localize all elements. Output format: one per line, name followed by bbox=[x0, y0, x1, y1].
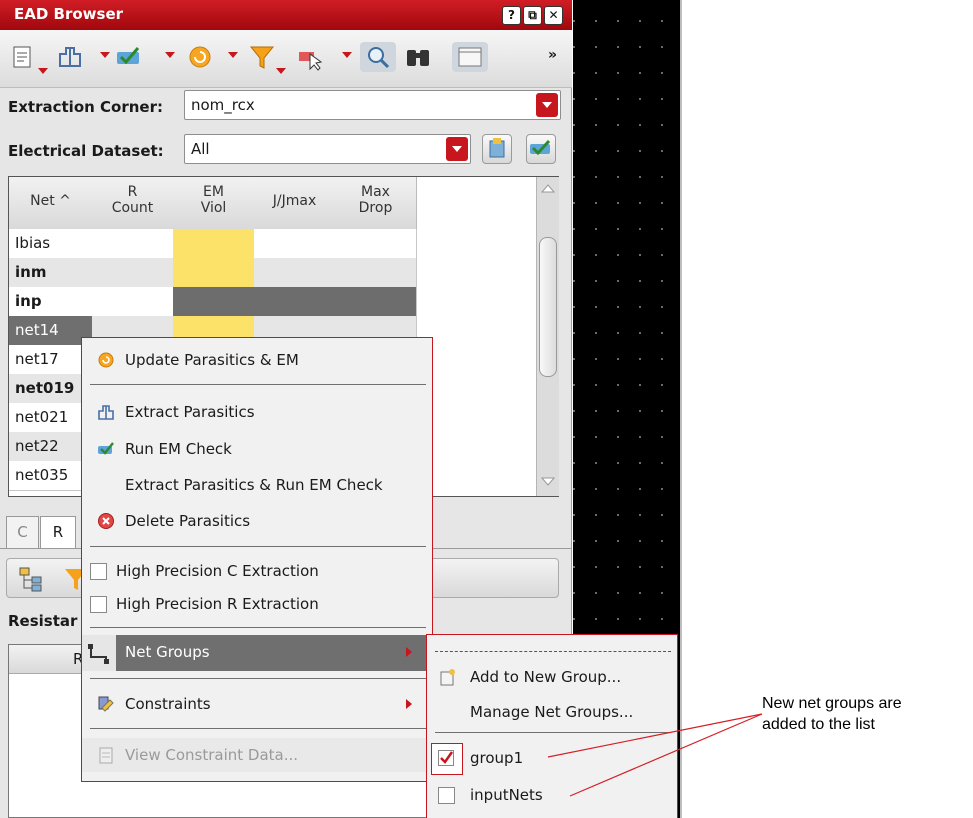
window-title: EAD Browser bbox=[14, 5, 124, 23]
column-header-net[interactable]: Net ^ bbox=[9, 177, 93, 230]
extract-parasitics-icon[interactable] bbox=[56, 42, 84, 72]
delete-icon bbox=[98, 513, 114, 529]
chevron-down-icon[interactable] bbox=[446, 137, 468, 161]
menu-item-high-precision-r[interactable]: High Precision R Extraction bbox=[82, 587, 432, 621]
table-cell[interactable] bbox=[92, 229, 174, 259]
scroll-up-icon[interactable] bbox=[541, 183, 555, 193]
menu-separator bbox=[90, 728, 426, 729]
extraction-corner-value: nom_rcx bbox=[191, 96, 255, 114]
dataset-export-button[interactable] bbox=[482, 134, 512, 164]
run-em-dropdown-icon[interactable] bbox=[165, 52, 175, 58]
run-em-check-icon[interactable] bbox=[114, 42, 142, 72]
canvas-border bbox=[680, 0, 682, 818]
select-icon[interactable] bbox=[296, 42, 324, 72]
electrical-dataset-value: All bbox=[191, 140, 210, 158]
toolbar: » bbox=[0, 30, 572, 88]
table-cell[interactable] bbox=[254, 258, 336, 288]
table-row[interactable]: inp bbox=[9, 287, 93, 317]
export-icon bbox=[489, 138, 505, 158]
binoculars-icon[interactable] bbox=[404, 42, 432, 72]
net-list-dropdown-icon[interactable] bbox=[38, 68, 48, 74]
constraints-icon bbox=[98, 696, 114, 712]
context-menu: Update Parasitics & EM Extract Parasitic… bbox=[81, 337, 433, 782]
chevron-down-icon[interactable] bbox=[536, 93, 558, 117]
toolbar-overflow-icon[interactable]: » bbox=[548, 47, 557, 63]
menu-separator bbox=[90, 678, 426, 679]
em-viol-cell[interactable] bbox=[173, 258, 255, 288]
net-groups-icon bbox=[82, 635, 116, 671]
column-header-j-jmax[interactable]: J/Jmax bbox=[254, 177, 336, 230]
column-header-em-viol[interactable]: EM Viol bbox=[173, 177, 255, 230]
table-cell[interactable] bbox=[254, 287, 336, 317]
electrical-dataset-select[interactable]: All bbox=[184, 134, 471, 164]
menu-separator bbox=[90, 384, 426, 385]
checkbox-unchecked[interactable] bbox=[438, 787, 455, 804]
extraction-corner-select[interactable]: nom_rcx bbox=[184, 90, 561, 120]
annotation-leader-lines bbox=[547, 713, 763, 797]
hierarchy-icon[interactable] bbox=[17, 565, 45, 593]
menu-item-net-groups[interactable]: Net Groups bbox=[82, 635, 432, 671]
menu-separator bbox=[90, 627, 426, 628]
annotation-note: New net groups are added to the list bbox=[762, 695, 902, 733]
table-cell[interactable] bbox=[254, 229, 336, 259]
run-em-check-icon bbox=[98, 442, 114, 455]
menu-item-view-constraint-data[interactable]: View Constraint Data... bbox=[82, 738, 432, 772]
scrollbar-thumb[interactable] bbox=[539, 237, 557, 377]
extraction-corner-label: Extraction Corner: bbox=[8, 98, 163, 116]
check-icon bbox=[530, 139, 551, 156]
layout-view-icon[interactable] bbox=[452, 42, 488, 72]
add-group-icon bbox=[440, 669, 455, 686]
filter-dropdown-icon[interactable] bbox=[276, 68, 286, 74]
scroll-down-icon[interactable] bbox=[541, 477, 555, 487]
extract-dropdown-icon[interactable] bbox=[100, 52, 110, 58]
menu-item-add-to-new-group[interactable]: Add to New Group... bbox=[427, 660, 677, 694]
help-button[interactable]: ? bbox=[502, 6, 521, 25]
submenu-arrow-icon bbox=[406, 699, 412, 709]
extract-parasitics-icon bbox=[98, 405, 114, 420]
table-row[interactable]: inm bbox=[9, 258, 93, 288]
menu-item-extract-parasitics[interactable]: Extract Parasitics bbox=[82, 395, 432, 429]
menu-item-run-em-check[interactable]: Run EM Check bbox=[82, 432, 432, 466]
checkmark-icon[interactable] bbox=[438, 750, 454, 766]
float-button[interactable]: ⧉ bbox=[523, 6, 542, 25]
menu-item-delete-parasitics[interactable]: Delete Parasitics bbox=[82, 504, 432, 538]
update-dropdown-icon[interactable] bbox=[228, 52, 238, 58]
menu-item-update-parasitics-em[interactable]: Update Parasitics & EM bbox=[82, 343, 432, 377]
resistance-label: Resistar bbox=[8, 612, 78, 630]
table-row[interactable]: Ibias bbox=[9, 229, 93, 259]
table-cell[interactable] bbox=[92, 258, 174, 288]
tab-c[interactable]: C bbox=[6, 516, 39, 548]
column-header-max-drop[interactable]: Max Drop bbox=[335, 177, 417, 230]
dataset-check-button[interactable] bbox=[526, 134, 556, 164]
update-icon bbox=[98, 352, 114, 368]
document-icon bbox=[99, 747, 113, 764]
title-bar: EAD Browser ? ⧉ ✕ bbox=[0, 0, 572, 30]
menu-item-constraints[interactable]: Constraints bbox=[82, 687, 432, 721]
filter-icon[interactable] bbox=[248, 42, 276, 72]
submenu-arrow-icon bbox=[406, 647, 412, 657]
table-cell[interactable] bbox=[335, 258, 417, 288]
zoom-icon[interactable] bbox=[360, 42, 396, 72]
menu-item-extract-and-run-em[interactable]: Extract Parasitics & Run EM Check bbox=[82, 468, 432, 502]
em-viol-cell[interactable] bbox=[173, 229, 255, 259]
update-icon[interactable] bbox=[186, 42, 214, 72]
net-list-icon[interactable] bbox=[10, 42, 38, 72]
menu-item-high-precision-c[interactable]: High Precision C Extraction bbox=[82, 554, 432, 588]
select-dropdown-icon[interactable] bbox=[342, 52, 352, 58]
checkbox-unchecked[interactable] bbox=[90, 596, 107, 613]
tab-r[interactable]: R bbox=[40, 516, 76, 548]
table-cell[interactable] bbox=[335, 229, 417, 259]
table-cell[interactable] bbox=[173, 287, 255, 317]
checkbox-unchecked[interactable] bbox=[90, 563, 107, 580]
column-header-r-count[interactable]: R Count bbox=[92, 177, 174, 230]
electrical-dataset-label: Electrical Dataset: bbox=[8, 142, 164, 160]
table-cell[interactable] bbox=[335, 287, 417, 317]
close-button[interactable]: ✕ bbox=[544, 6, 563, 25]
menu-separator bbox=[90, 546, 426, 547]
table-scrollbar[interactable] bbox=[536, 177, 559, 496]
table-cell[interactable] bbox=[92, 287, 174, 317]
tear-off-line[interactable] bbox=[435, 651, 671, 652]
